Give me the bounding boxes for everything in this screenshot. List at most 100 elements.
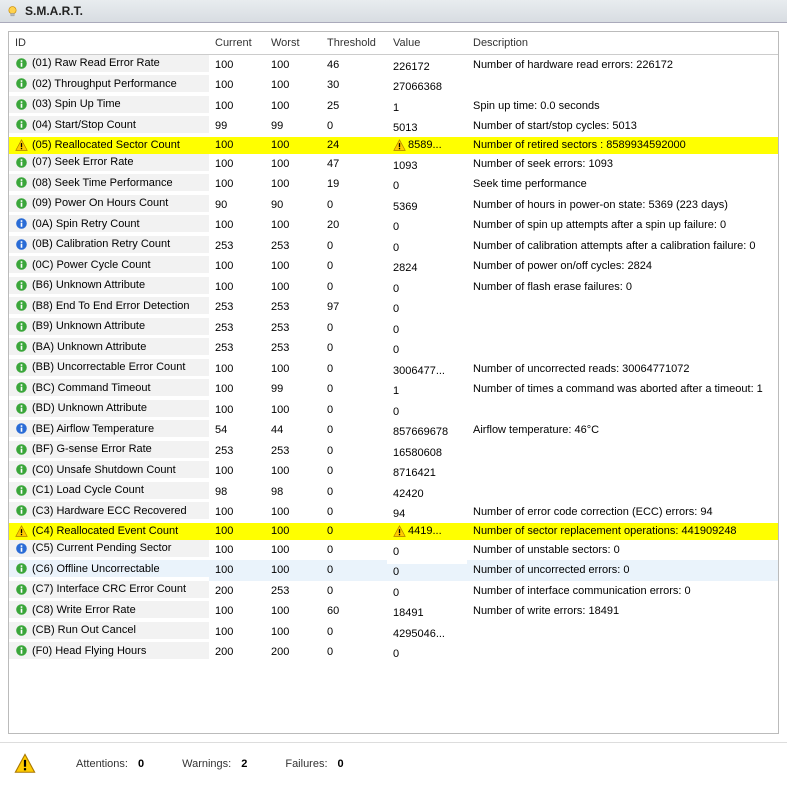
cell-current: 99 bbox=[209, 116, 265, 137]
cell-worst: 253 bbox=[265, 581, 321, 602]
id-text: (C0) Unsafe Shutdown Count bbox=[32, 464, 176, 476]
info-green-icon bbox=[15, 443, 28, 456]
cell-current: 100 bbox=[209, 137, 265, 154]
cell-id: (BF) G-sense Error Rate bbox=[9, 441, 209, 458]
col-value[interactable]: Value bbox=[387, 32, 467, 54]
table-row[interactable]: (BD) Unknown Attribute10010000 bbox=[9, 400, 778, 421]
table-row[interactable]: (05) Reallocated Sector Count10010024858… bbox=[9, 137, 778, 154]
table-row[interactable]: (04) Start/Stop Count999905013Number of … bbox=[9, 116, 778, 137]
table-row[interactable]: (02) Throughput Performance1001003027066… bbox=[9, 75, 778, 96]
cell-worst: 100 bbox=[265, 137, 321, 154]
col-current[interactable]: Current bbox=[209, 32, 265, 54]
table-row[interactable]: (C6) Offline Uncorrectable10010000Number… bbox=[9, 560, 778, 581]
cell-worst: 253 bbox=[265, 338, 321, 359]
value-text: 5369 bbox=[393, 201, 417, 213]
cell-value: 2824 bbox=[387, 260, 467, 277]
table-row[interactable]: (C1) Load Cycle Count9898042420 bbox=[9, 482, 778, 503]
cell-description: Number of write errors: 18491 bbox=[467, 601, 778, 622]
table-row[interactable]: (B9) Unknown Attribute25325300 bbox=[9, 318, 778, 339]
cell-id: (01) Raw Read Error Rate bbox=[9, 55, 209, 72]
cell-id: (08) Seek Time Performance bbox=[9, 174, 209, 191]
value-text: 1 bbox=[393, 102, 399, 114]
table-row[interactable]: (C7) Interface CRC Error Count20025300Nu… bbox=[9, 581, 778, 602]
cell-worst: 44 bbox=[265, 420, 321, 441]
table-row[interactable]: (BE) Airflow Temperature54440857669678Ai… bbox=[9, 420, 778, 441]
id-text: (BE) Airflow Temperature bbox=[32, 423, 154, 435]
table-row[interactable]: (C5) Current Pending Sector10010000Numbe… bbox=[9, 540, 778, 561]
table-row[interactable]: (0A) Spin Retry Count100100200Number of … bbox=[9, 215, 778, 236]
table-row[interactable]: (01) Raw Read Error Rate10010046226172Nu… bbox=[9, 54, 778, 75]
table-row[interactable]: (0C) Power Cycle Count10010002824Number … bbox=[9, 256, 778, 277]
info-green-icon bbox=[15, 279, 28, 292]
cell-worst: 99 bbox=[265, 379, 321, 400]
cell-value: 8716421 bbox=[387, 465, 467, 482]
cell-value: 4295046... bbox=[387, 625, 467, 642]
cell-current: 100 bbox=[209, 502, 265, 523]
value-text: 0 bbox=[393, 344, 399, 356]
info-blue-icon bbox=[15, 217, 28, 230]
value-text: 1 bbox=[393, 385, 399, 397]
cell-threshold: 0 bbox=[321, 441, 387, 462]
table-row[interactable]: (BB) Uncorrectable Error Count1001000300… bbox=[9, 359, 778, 380]
cell-worst: 100 bbox=[265, 400, 321, 421]
cell-id: (04) Start/Stop Count bbox=[9, 116, 209, 133]
cell-threshold: 97 bbox=[321, 297, 387, 318]
cell-threshold: 0 bbox=[321, 642, 387, 663]
info-green-icon bbox=[15, 504, 28, 517]
cell-description bbox=[467, 75, 778, 96]
cell-worst: 253 bbox=[265, 236, 321, 257]
table-header-row[interactable]: ID Current Worst Threshold Value Descrip… bbox=[9, 32, 778, 54]
warning-icon bbox=[14, 753, 36, 775]
value-text: 0 bbox=[393, 283, 399, 295]
table-row[interactable]: (CB) Run Out Cancel10010004295046... bbox=[9, 622, 778, 643]
id-text: (F0) Head Flying Hours bbox=[32, 645, 146, 657]
value-text: 0 bbox=[393, 566, 399, 578]
cell-threshold: 0 bbox=[321, 256, 387, 277]
table-row[interactable]: (C0) Unsafe Shutdown Count10010008716421 bbox=[9, 461, 778, 482]
table-row[interactable]: (BA) Unknown Attribute25325300 bbox=[9, 338, 778, 359]
table-row[interactable]: (C4) Reallocated Event Count10010004419.… bbox=[9, 523, 778, 540]
info-green-icon bbox=[15, 484, 28, 497]
table-row[interactable]: (C8) Write Error Rate1001006018491Number… bbox=[9, 601, 778, 622]
cell-id: (03) Spin Up Time bbox=[9, 96, 209, 113]
col-threshold[interactable]: Threshold bbox=[321, 32, 387, 54]
id-text: (BB) Uncorrectable Error Count bbox=[32, 361, 185, 373]
cell-value: 8589... bbox=[387, 137, 467, 154]
table-row[interactable]: (08) Seek Time Performance100100190Seek … bbox=[9, 174, 778, 195]
table-row[interactable]: (09) Power On Hours Count909005369Number… bbox=[9, 195, 778, 216]
id-text: (01) Raw Read Error Rate bbox=[32, 57, 160, 69]
id-text: (C7) Interface CRC Error Count bbox=[32, 583, 186, 595]
cell-threshold: 0 bbox=[321, 540, 387, 561]
cell-worst: 100 bbox=[265, 174, 321, 195]
cell-description bbox=[467, 441, 778, 462]
table-row[interactable]: (07) Seek Error Rate100100471093Number o… bbox=[9, 154, 778, 175]
cell-value: 0 bbox=[387, 178, 467, 195]
cell-id: (BC) Command Timeout bbox=[9, 379, 209, 396]
value-text: 2824 bbox=[393, 262, 417, 274]
cell-value: 27066368 bbox=[387, 79, 467, 96]
cell-id: (C4) Reallocated Event Count bbox=[9, 523, 209, 540]
col-description[interactable]: Description bbox=[467, 32, 778, 54]
value-text: 4419... bbox=[408, 525, 442, 537]
table-row[interactable]: (B8) End To End Error Detection253253970 bbox=[9, 297, 778, 318]
col-id[interactable]: ID bbox=[9, 32, 209, 54]
table-row[interactable]: (BF) G-sense Error Rate253253016580608 bbox=[9, 441, 778, 462]
cell-threshold: 0 bbox=[321, 622, 387, 643]
cell-description: Number of hardware read errors: 226172 bbox=[467, 54, 778, 75]
cell-description: Number of unstable sectors: 0 bbox=[467, 540, 778, 561]
table-row[interactable]: (03) Spin Up Time100100251Spin up time: … bbox=[9, 96, 778, 117]
table-row[interactable]: (B6) Unknown Attribute10010000Number of … bbox=[9, 277, 778, 298]
info-green-icon bbox=[15, 77, 28, 90]
id-text: (C4) Reallocated Event Count bbox=[32, 525, 178, 537]
table-row[interactable]: (C3) Hardware ECC Recovered100100094Numb… bbox=[9, 502, 778, 523]
cell-id: (BB) Uncorrectable Error Count bbox=[9, 359, 209, 376]
table-row[interactable]: (BC) Command Timeout1009901Number of tim… bbox=[9, 379, 778, 400]
value-text: 4295046... bbox=[393, 628, 445, 640]
cell-value: 94 bbox=[387, 506, 467, 523]
col-worst[interactable]: Worst bbox=[265, 32, 321, 54]
cell-description: Number of error code correction (ECC) er… bbox=[467, 502, 778, 523]
cell-threshold: 0 bbox=[321, 400, 387, 421]
table-row[interactable]: (F0) Head Flying Hours20020000 bbox=[9, 642, 778, 663]
table-row[interactable]: (0B) Calibration Retry Count25325300Numb… bbox=[9, 236, 778, 257]
info-green-icon bbox=[15, 258, 28, 271]
